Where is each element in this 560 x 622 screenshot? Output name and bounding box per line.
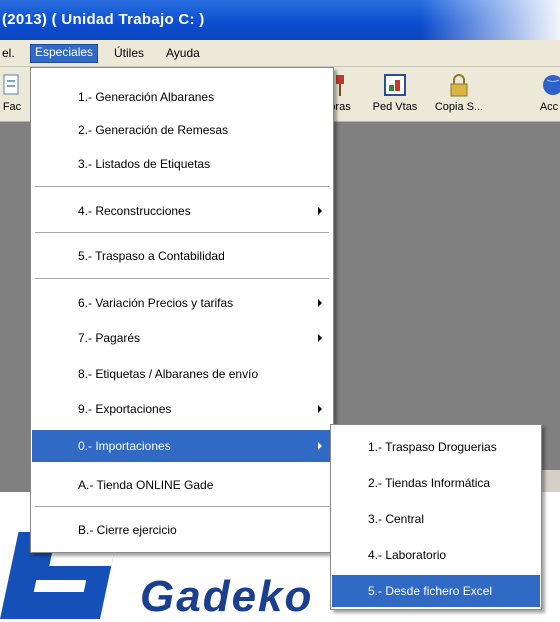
especiales-menu: 1.- Generación Albaranes 2.- Generación …	[30, 67, 334, 553]
submenu-item-traspaso-droguerias[interactable]: 1.- Traspaso Droguerias	[332, 431, 540, 463]
logo-text: Gadeko	[140, 572, 314, 621]
window-title-bar[interactable]: (2013) ( Unidad Trabajo C: )	[0, 0, 560, 40]
menu-item-cierre-ejercicio[interactable]: B.- Cierre ejercicio	[32, 514, 332, 546]
submenu-item-desde-fichero-excel[interactable]: 5.- Desde fichero Excel	[332, 575, 540, 607]
menu-separator	[35, 278, 329, 279]
title-bar-fade	[420, 0, 560, 40]
submenu-item-central[interactable]: 3.- Central	[332, 503, 540, 535]
menu-item-generacion-albaranes[interactable]: 1.- Generación Albaranes	[32, 81, 332, 113]
menu-item-etiquetas-albaranes-envio[interactable]: 8.- Etiquetas / Albaranes de envío	[32, 358, 332, 390]
menu-separator	[35, 506, 329, 507]
submenu-item-laboratorio[interactable]: 4.- Laboratorio	[332, 539, 540, 571]
menu-item-importaciones[interactable]: 0.- Importaciones	[32, 430, 332, 462]
importaciones-submenu: 1.- Traspaso Droguerias 2.- Tiendas Info…	[330, 424, 542, 610]
toolbar-button-ped-vtas[interactable]: Ped Vtas	[370, 73, 420, 113]
submenu-arrow-icon	[318, 442, 322, 450]
menu-item-variacion-precios[interactable]: 6.- Variación Precios y tarifas	[32, 287, 332, 319]
menu-separator	[35, 186, 329, 187]
menu-item-exportaciones[interactable]: 9.- Exportaciones	[32, 393, 332, 425]
sales-order-icon	[383, 73, 407, 97]
menu-item-ayuda[interactable]: Ayuda	[162, 45, 204, 62]
submenu-arrow-icon	[318, 405, 322, 413]
window-title: (2013) ( Unidad Trabajo C: )	[2, 11, 205, 28]
menu-separator	[35, 232, 329, 233]
toolbar-button-acceso[interactable]: Acc	[536, 73, 560, 113]
menu-item-partial[interactable]: el.	[0, 45, 19, 62]
toolbar-button-copia-seguridad[interactable]: Copia S...	[428, 73, 490, 113]
menu-item-traspaso-contabilidad[interactable]: 5.- Traspaso a Contabilidad	[32, 240, 332, 272]
menu-item-pagares[interactable]: 7.- Pagarés	[32, 322, 332, 354]
menu-item-especiales[interactable]: Especiales	[30, 44, 99, 63]
menu-item-generacion-remesas[interactable]: 2.- Generación de Remesas	[32, 114, 332, 146]
menu-item-tienda-online[interactable]: A.- Tienda ONLINE Gade	[32, 469, 332, 501]
backup-lock-icon	[447, 73, 471, 97]
menu-item-reconstrucciones[interactable]: 4.- Reconstrucciones	[32, 195, 332, 227]
document-icon	[0, 73, 24, 97]
submenu-item-tiendas-informatica[interactable]: 2.- Tiendas Informática	[332, 467, 540, 499]
menu-item-listados-etiquetas[interactable]: 3.- Listados de Etiquetas	[32, 148, 332, 180]
submenu-arrow-icon	[318, 334, 322, 342]
submenu-arrow-icon	[318, 207, 322, 215]
globe-icon	[537, 73, 560, 97]
menu-item-utiles[interactable]: Útiles	[110, 45, 148, 62]
menu-bar: el. Especiales Útiles Ayuda	[0, 40, 560, 67]
toolbar-button-fac[interactable]: Fac	[0, 73, 24, 113]
submenu-arrow-icon	[318, 299, 322, 307]
